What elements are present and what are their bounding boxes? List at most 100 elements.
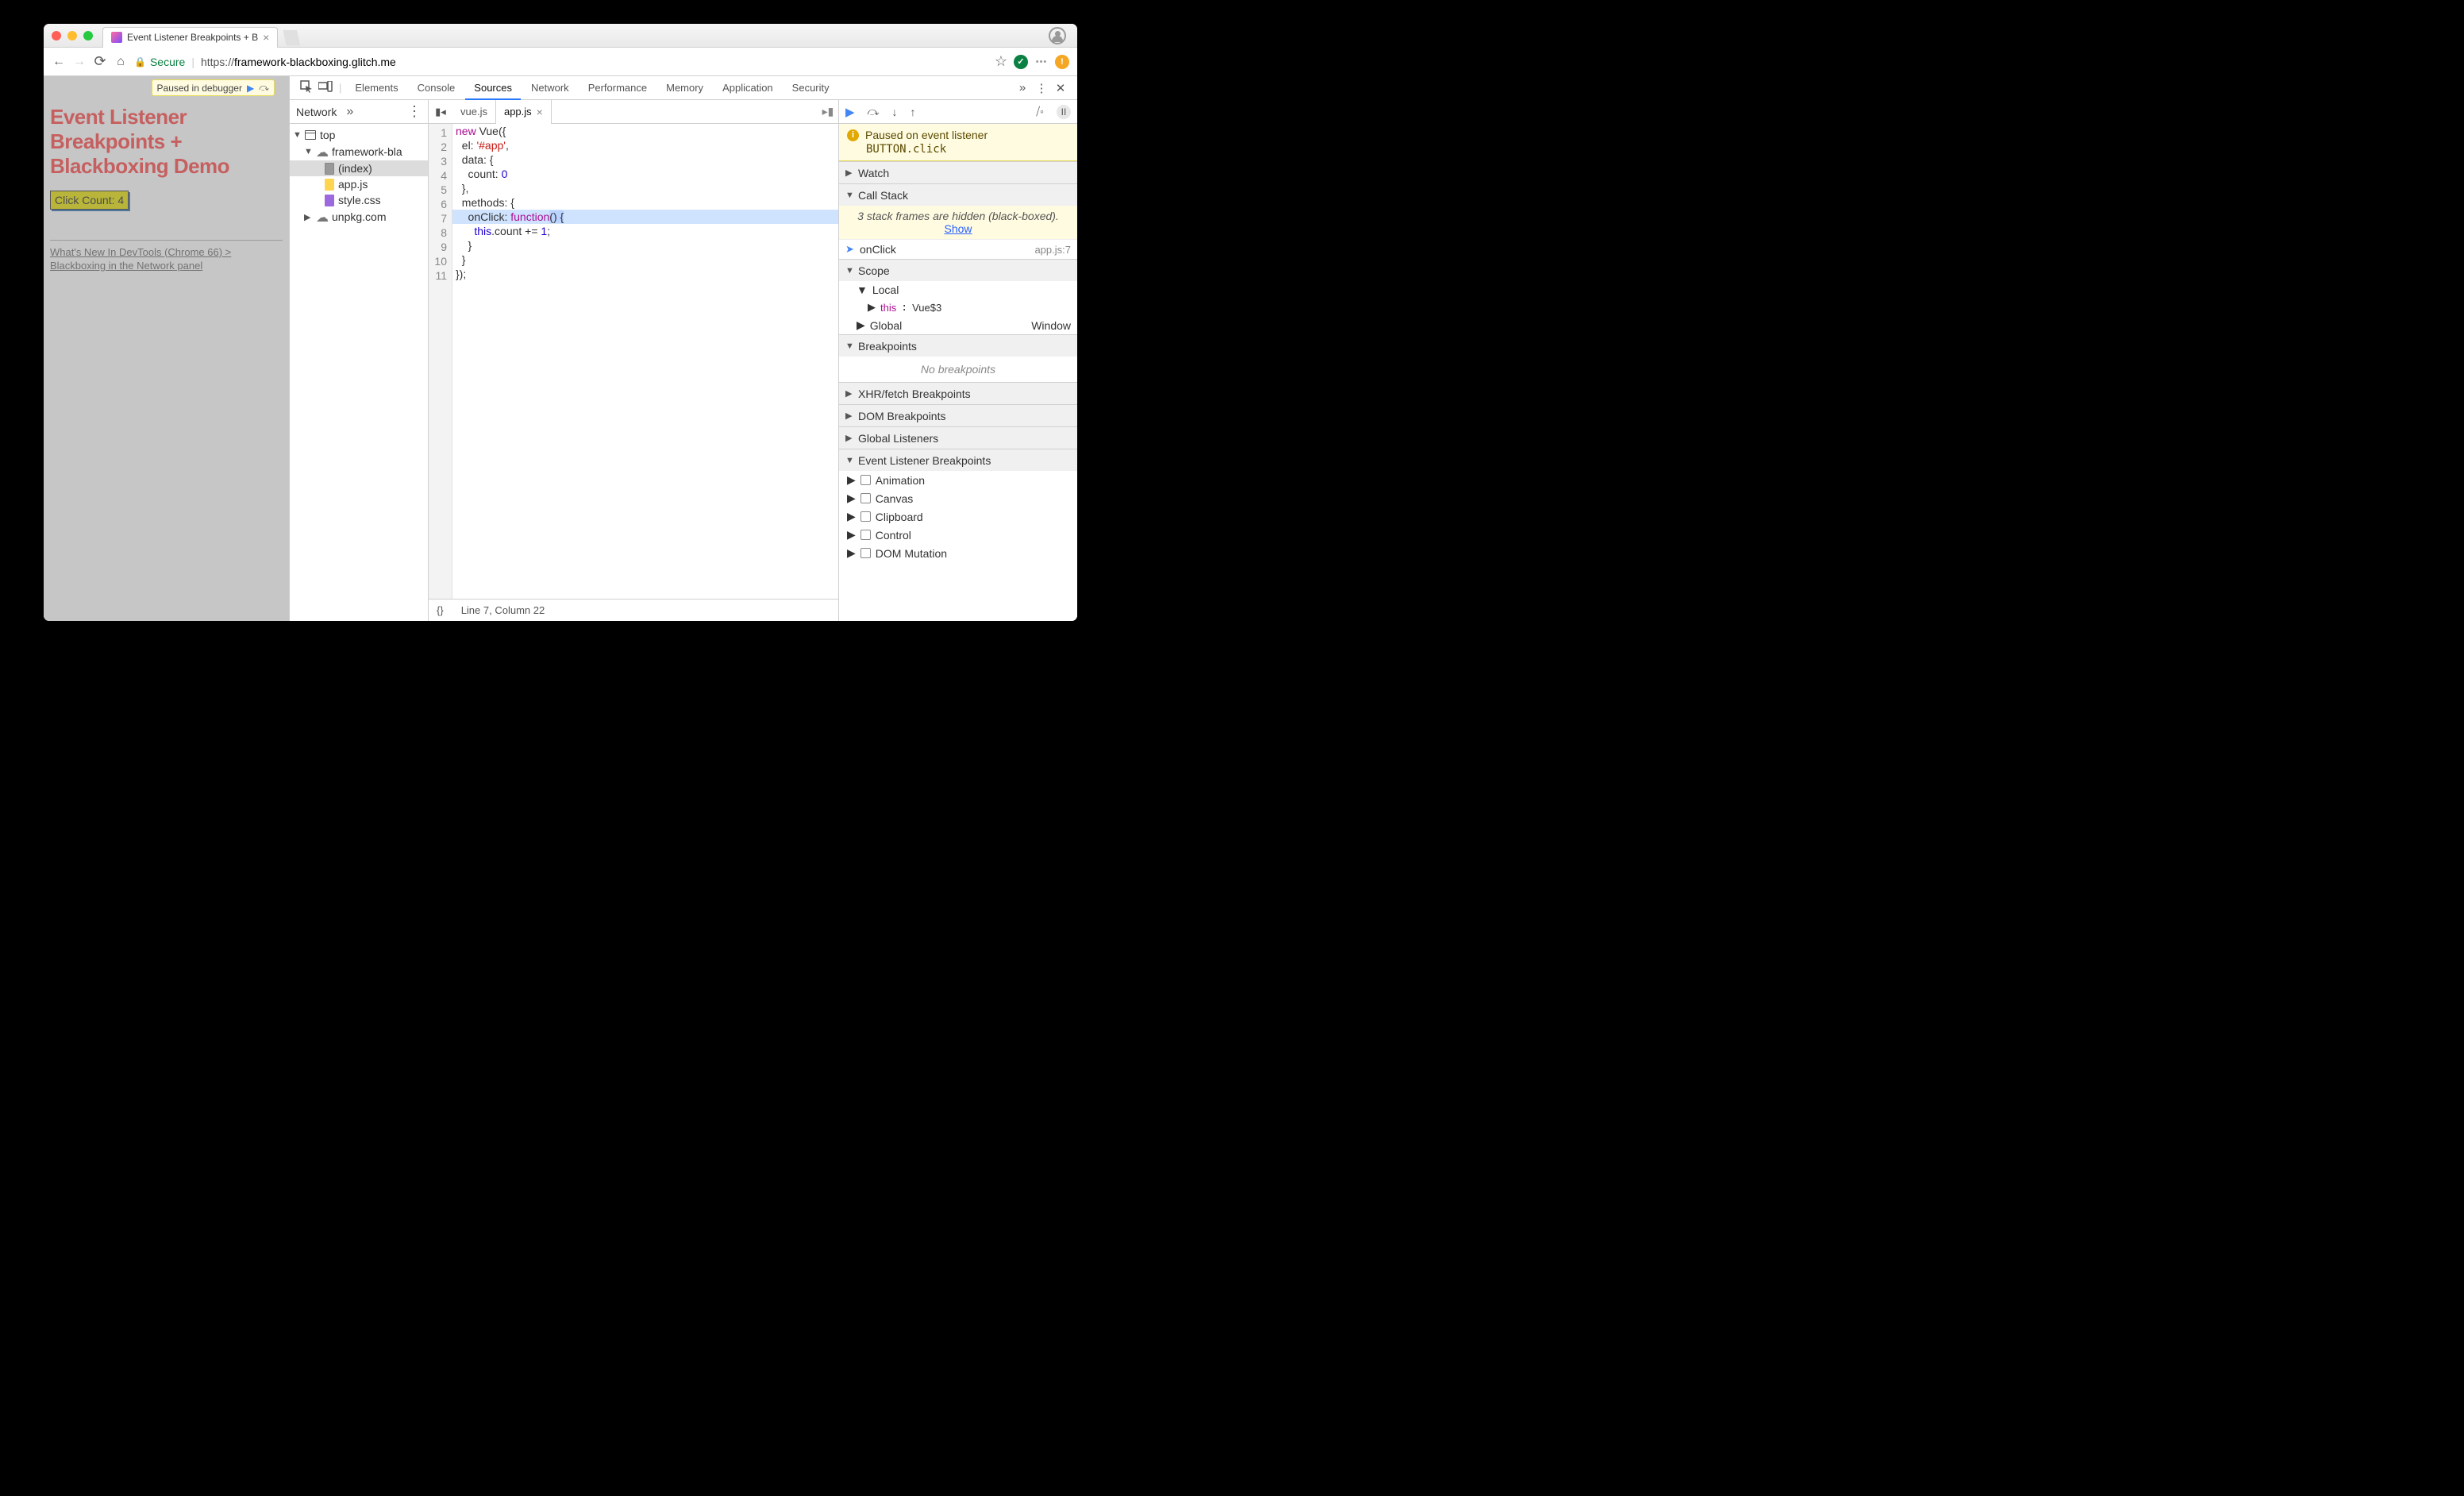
info-icon: i [847, 129, 859, 141]
tree-top[interactable]: ▼top [290, 127, 428, 143]
section-dom-bp[interactable]: ▶DOM Breakpoints [839, 404, 1077, 426]
cloud-icon: ☁ [316, 145, 328, 159]
more-tabs-icon[interactable]: » [1014, 81, 1031, 94]
deactivate-bp-icon[interactable]: ⧸◦ [1036, 105, 1044, 118]
stack-frame[interactable]: ➤onClickapp.js:7 [839, 240, 1077, 259]
new-tab-button[interactable] [283, 30, 300, 46]
resume-icon[interactable]: ▶ [247, 83, 254, 94]
editor-pane: ▮◂ vue.js app.js× ▸▮ 1234567891011 new V… [429, 100, 839, 621]
scope-global[interactable]: ▶GlobalWindow [839, 316, 1077, 334]
debug-overlay [44, 76, 289, 621]
editor-tab[interactable]: app.js× [495, 100, 552, 124]
code-lines: new Vue({ el: '#app', data: { count: 0 }… [452, 124, 838, 599]
secure-indicator[interactable]: 🔒Secure [134, 56, 185, 68]
minimize-window[interactable] [67, 31, 77, 40]
checkbox[interactable] [860, 475, 871, 485]
tree-file[interactable]: (index) [290, 160, 428, 176]
toggle-debugger-icon[interactable]: ▸▮ [818, 105, 838, 118]
editor-footer: {} Line 7, Column 22 [429, 599, 838, 621]
section-callstack[interactable]: ▼Call Stack [839, 183, 1077, 206]
url-field[interactable]: https://framework-blackboxing.glitch.me [201, 56, 988, 68]
extension-icon[interactable]: ✓ [1014, 55, 1028, 69]
tab-console[interactable]: Console [409, 76, 464, 100]
cursor-position: Line 7, Column 22 [461, 604, 545, 616]
section-breakpoints[interactable]: ▼Breakpoints [839, 334, 1077, 357]
resume-icon[interactable]: ▶ [845, 105, 855, 119]
close-window[interactable] [52, 31, 61, 40]
traffic-lights [52, 31, 93, 40]
tab-memory[interactable]: Memory [657, 76, 712, 100]
section-event-bp[interactable]: ▼Event Listener Breakpoints [839, 449, 1077, 471]
navigator-tab-network[interactable]: Network [296, 106, 337, 118]
section-xhr-bp[interactable]: ▶XHR/fetch Breakpoints [839, 382, 1077, 404]
kebab-menu-icon[interactable]: ⋮ [407, 103, 422, 120]
profile-avatar-icon[interactable] [1049, 27, 1066, 44]
event-category[interactable]: ▶Control [839, 526, 1077, 544]
debugger-toolbar: ▶ ⤼ ↓ ↑ ⧸◦ II [839, 100, 1077, 124]
pause-banner: iPaused on event listener BUTTON.click [839, 124, 1077, 161]
browser-tab[interactable]: Event Listener Breakpoints + B × [102, 27, 278, 48]
zoom-window[interactable] [83, 31, 93, 40]
step-over-icon[interactable]: ⤼ [259, 82, 269, 94]
lock-icon: 🔒 [134, 56, 146, 67]
close-tab-icon[interactable]: × [263, 31, 269, 44]
tree-origin[interactable]: ▼☁framework-bla [290, 143, 428, 160]
event-category[interactable]: ▶Animation [839, 471, 1077, 489]
window-icon [305, 130, 316, 140]
show-frames-link[interactable]: Show [944, 222, 972, 235]
extension-icon[interactable]: ••• [1034, 55, 1049, 69]
tree-origin[interactable]: ▶☁unpkg.com [290, 208, 428, 226]
close-devtools-icon[interactable]: ✕ [1052, 81, 1069, 95]
reload-icon[interactable]: ⟳ [93, 53, 107, 70]
tab-application[interactable]: Application [714, 76, 782, 100]
more-tabs-icon[interactable]: » [346, 105, 353, 119]
checkbox[interactable] [860, 548, 871, 558]
navigator-pane: Network » ⋮ ▼top ▼☁framework-bla (index)… [290, 100, 429, 621]
debugger-pane: ▶ ⤼ ↓ ↑ ⧸◦ II iPaused on event listener … [839, 100, 1077, 621]
tab-sources[interactable]: Sources [465, 76, 521, 100]
editor-tab[interactable]: vue.js [452, 100, 495, 124]
gutter: 1234567891011 [429, 124, 452, 599]
pause-exceptions-icon[interactable]: II [1057, 105, 1071, 119]
tab-network[interactable]: Network [522, 76, 578, 100]
scope-local[interactable]: ▼Local [839, 281, 1077, 299]
bookmark-star-icon[interactable]: ☆ [995, 53, 1007, 70]
code-editor[interactable]: 1234567891011 new Vue({ el: '#app', data… [429, 124, 838, 599]
hidden-frames-notice: 3 stack frames are hidden (black-boxed).… [839, 206, 1077, 240]
favicon [111, 32, 122, 43]
tab-title: Event Listener Breakpoints + B [127, 32, 258, 43]
step-over-icon[interactable]: ⤼ [868, 105, 880, 118]
browser-window: Event Listener Breakpoints + B × ← → ⟳ ⌂… [44, 24, 1077, 621]
tab-elements[interactable]: Elements [346, 76, 406, 100]
kebab-menu-icon[interactable]: ⋮ [1033, 81, 1050, 95]
toggle-navigator-icon[interactable]: ▮◂ [429, 106, 452, 118]
checkbox[interactable] [860, 493, 871, 503]
extension-icon[interactable]: ! [1055, 55, 1069, 69]
tab-security[interactable]: Security [783, 76, 838, 100]
document-icon [325, 163, 334, 175]
pretty-print-icon[interactable]: {} [437, 604, 444, 616]
close-tab-icon[interactable]: × [537, 100, 543, 124]
section-watch[interactable]: ▶Watch [839, 161, 1077, 183]
inspect-icon[interactable] [298, 80, 315, 96]
tree-file[interactable]: style.css [290, 192, 428, 208]
home-icon[interactable]: ⌂ [114, 55, 128, 69]
page-viewport: Paused in debugger ▶ ⤼ Event Listener Br… [44, 76, 290, 621]
tab-performance[interactable]: Performance [579, 76, 656, 100]
step-into-icon[interactable]: ↓ [892, 106, 898, 118]
tree-file[interactable]: app.js [290, 176, 428, 192]
event-category[interactable]: ▶DOM Mutation [839, 544, 1077, 562]
device-toggle-icon[interactable] [317, 81, 334, 95]
titlebar: Event Listener Breakpoints + B × [44, 24, 1077, 48]
checkbox[interactable] [860, 511, 871, 522]
back-icon[interactable]: ← [52, 55, 66, 69]
event-category[interactable]: ▶Clipboard [839, 507, 1077, 526]
section-scope[interactable]: ▼Scope [839, 259, 1077, 281]
event-category[interactable]: ▶Canvas [839, 489, 1077, 507]
scope-this[interactable]: ▶this: Vue$3 [839, 299, 1077, 316]
section-global-listeners[interactable]: ▶Global Listeners [839, 426, 1077, 449]
checkbox[interactable] [860, 530, 871, 540]
step-out-icon[interactable]: ↑ [911, 106, 916, 118]
css-file-icon [325, 195, 334, 206]
forward-icon[interactable]: → [72, 55, 87, 69]
